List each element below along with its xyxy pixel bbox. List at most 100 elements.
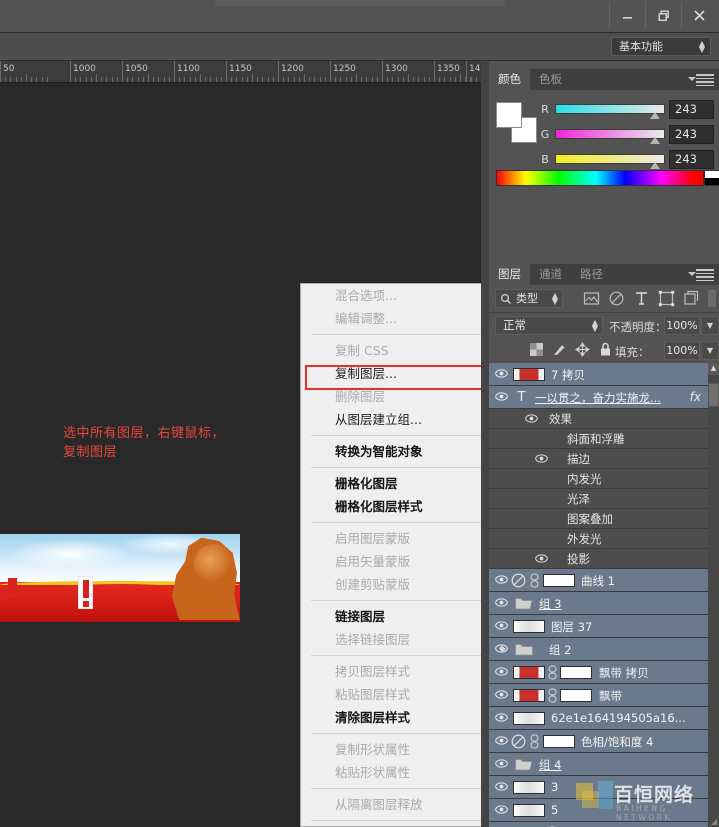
eye-icon[interactable] — [495, 758, 508, 770]
channel-slider-g[interactable] — [555, 129, 665, 139]
eye-icon[interactable] — [495, 781, 508, 793]
channel-thumb-b[interactable] — [650, 162, 660, 169]
layer-effects-header[interactable]: 效果 — [489, 409, 719, 429]
smart-object-filter-icon[interactable] — [683, 290, 700, 307]
eye-icon[interactable] — [495, 574, 508, 586]
link-icon[interactable] — [547, 688, 558, 703]
eye-icon[interactable] — [495, 368, 508, 380]
channel-slider-b[interactable] — [555, 154, 665, 164]
layer-list-scrollbar[interactable]: ▲ — [708, 363, 719, 827]
layer-list-scroll-thumb[interactable] — [708, 383, 719, 407]
eye-icon[interactable] — [495, 391, 508, 403]
layer-row[interactable]: 3 — [489, 776, 719, 799]
fill-dropdown-icon[interactable]: ▼ — [701, 341, 719, 360]
layer-list[interactable]: 7 拷贝T一以贯之，奋力实施龙...fx效果斜面和浮雕描边内发光光泽图案叠加外发… — [489, 363, 719, 827]
layer-row[interactable]: 5 — [489, 799, 719, 822]
layer-effect-row[interactable]: 内发光 — [489, 469, 719, 489]
link-icon[interactable] — [529, 573, 540, 588]
opacity-dropdown-icon[interactable]: ▼ — [701, 316, 719, 335]
layers-tab-2[interactable]: 路径 — [571, 264, 612, 285]
layer-mask-thumbnail[interactable] — [543, 574, 575, 587]
layer-row[interactable]: 62e1e164194505a16... — [489, 707, 719, 730]
color-tab-0[interactable]: 颜色 — [489, 69, 530, 90]
lock-transparent-pixels-icon[interactable] — [529, 342, 544, 357]
layer-mask-thumbnail[interactable] — [543, 735, 575, 748]
channel-thumb-r[interactable] — [650, 112, 660, 119]
restore-button[interactable] — [645, 2, 681, 29]
layers-tab-1[interactable]: 通道 — [530, 264, 571, 285]
scroll-up-icon[interactable]: ▲ — [708, 363, 719, 375]
color-tab-1[interactable]: 色板 — [530, 69, 571, 90]
adjustment-filter-icon[interactable] — [608, 290, 625, 307]
color-panel-tabs[interactable]: 颜色色板 — [489, 69, 719, 90]
layer-thumbnail[interactable] — [513, 804, 545, 817]
eye-icon[interactable] — [495, 735, 508, 747]
layer-effect-row[interactable]: 图案叠加 — [489, 509, 719, 529]
filter-toggle-switch[interactable] — [708, 290, 716, 307]
layer-thumbnail[interactable] — [513, 712, 545, 725]
workspace-selector[interactable]: 基本功能 ▲▼ — [611, 37, 711, 56]
eye-icon[interactable] — [495, 804, 508, 816]
foreground-color-swatch[interactable] — [496, 102, 522, 128]
eye-icon[interactable] — [495, 689, 508, 701]
layer-row[interactable]: T一以贯之，奋力实施龙...fx — [489, 386, 719, 409]
lock-all-icon[interactable] — [598, 342, 613, 357]
group-expand-arrow-icon[interactable] — [501, 645, 506, 653]
layer-effect-row[interactable]: 投影 — [489, 549, 719, 569]
layer-mask-thumbnail[interactable] — [560, 666, 592, 679]
color-panel-menu-icon[interactable] — [696, 74, 714, 85]
layer-effect-row[interactable]: 光泽 — [489, 489, 719, 509]
eye-icon[interactable] — [495, 666, 508, 678]
shape-filter-icon[interactable] — [658, 290, 675, 307]
layer-thumbnail[interactable] — [513, 666, 545, 679]
layer-row[interactable]: 色相/饱和度 4 — [489, 730, 719, 753]
fill-value[interactable]: 100% — [664, 341, 700, 360]
layer-row[interactable]: 6 — [489, 822, 719, 827]
layer-row[interactable]: 组 2 — [489, 638, 719, 661]
layer-thumbnail[interactable] — [513, 368, 545, 381]
eye-icon[interactable] — [535, 453, 548, 465]
type-filter-icon[interactable] — [633, 290, 650, 307]
channel-value-r[interactable]: 243 — [669, 100, 714, 119]
blend-mode-select[interactable]: 正常 ▲▼ — [495, 316, 603, 335]
link-icon[interactable] — [529, 734, 540, 749]
close-button[interactable] — [681, 2, 717, 29]
link-icon[interactable] — [547, 665, 558, 680]
eye-icon[interactable] — [495, 620, 508, 632]
color-spectrum-blackwhite[interactable] — [704, 170, 719, 186]
filter-type-select[interactable]: 类型 ▲▼ — [495, 289, 563, 308]
opacity-value[interactable]: 100% — [664, 316, 700, 335]
layer-effect-row[interactable]: 描边 — [489, 449, 719, 469]
eye-icon[interactable] — [495, 597, 508, 609]
minimize-button[interactable] — [609, 2, 645, 29]
eye-icon[interactable] — [525, 413, 538, 425]
layer-row[interactable]: 飘带 拷贝 — [489, 661, 719, 684]
layer-thumbnail[interactable] — [513, 689, 545, 702]
lock-image-pixels-icon[interactable] — [552, 342, 567, 357]
artwork-banner[interactable] — [0, 534, 240, 622]
layers-panel-tabs[interactable]: 图层通道路径 — [489, 264, 719, 285]
layer-row[interactable]: 组 4 — [489, 753, 719, 776]
layer-row[interactable]: 7 拷贝 — [489, 363, 719, 386]
eye-icon[interactable] — [535, 553, 548, 565]
layers-tab-0[interactable]: 图层 — [489, 264, 530, 285]
layer-row[interactable]: 飘带 — [489, 684, 719, 707]
channel-value-b[interactable]: 243 — [669, 150, 714, 169]
layer-thumbnail[interactable] — [513, 620, 545, 633]
layer-effect-row[interactable]: 斜面和浮雕 — [489, 429, 719, 449]
layer-mask-thumbnail[interactable] — [560, 689, 592, 702]
lock-position-icon[interactable] — [575, 342, 590, 357]
layer-effect-row[interactable]: 外发光 — [489, 529, 719, 549]
layers-panel-menu-icon[interactable] — [696, 269, 714, 280]
image-filter-icon[interactable] — [583, 290, 600, 307]
channel-slider-r[interactable] — [555, 104, 665, 114]
layer-row[interactable]: 曲线 1 — [489, 569, 719, 592]
channel-value-g[interactable]: 243 — [669, 125, 714, 144]
layer-thumbnail[interactable] — [513, 781, 545, 794]
resize-gripper-icon[interactable]: ◢ — [711, 817, 717, 826]
eye-icon[interactable] — [495, 712, 508, 724]
dock-collapse-strip[interactable] — [481, 61, 489, 827]
horizontal-ruler[interactable]: 50100010501100115012001250130013501400 — [0, 61, 481, 83]
layer-row[interactable]: 图层 37 — [489, 615, 719, 638]
color-spectrum-ramp[interactable] — [496, 170, 704, 186]
